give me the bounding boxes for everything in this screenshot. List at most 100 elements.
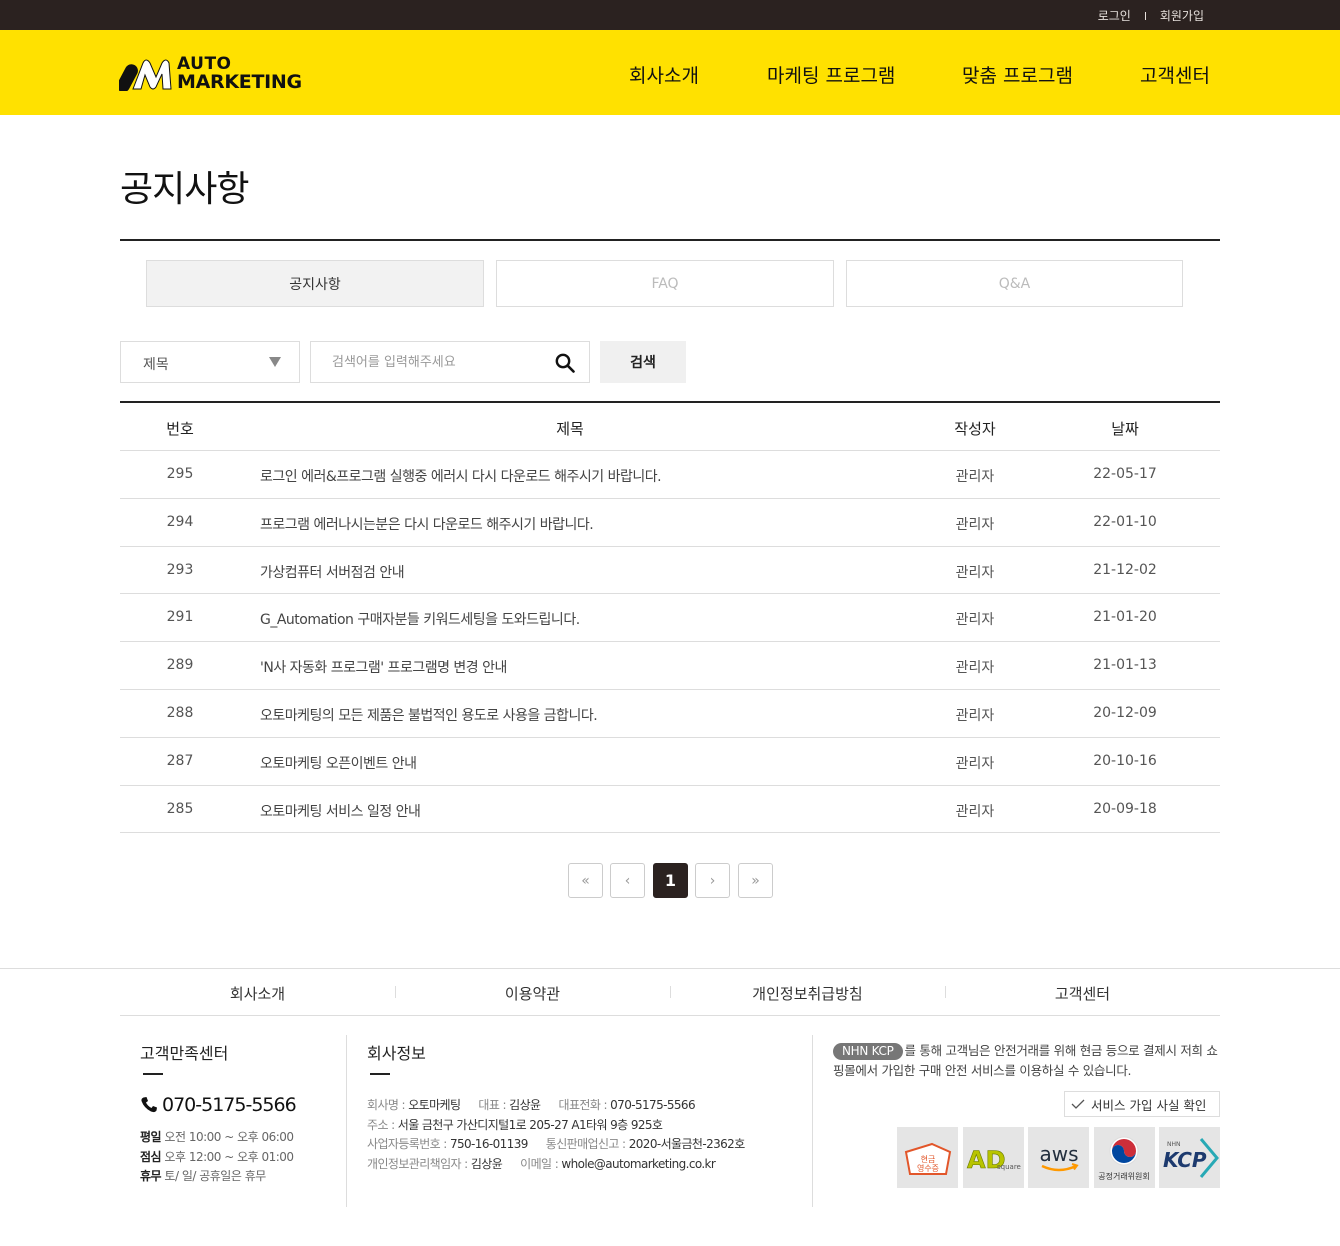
main-nav: 회사소개 마케팅 프로그램 맞춤 프로그램 고객센터 bbox=[0, 61, 1340, 88]
tab-qna[interactable]: Q&A bbox=[846, 260, 1183, 307]
site-header: AUTO MARKETING 회사소개 마케팅 프로그램 맞춤 프로그램 고객센… bbox=[0, 30, 1340, 115]
cs-title: 고객만족센터 bbox=[140, 1044, 229, 1063]
svg-text:aws: aws bbox=[1039, 1142, 1078, 1166]
top-links: 로그인 회원가입 bbox=[1098, 7, 1204, 24]
row-author: 관리자 bbox=[955, 660, 995, 677]
company-address: 서울 금천구 가산디지털1로 205-27 A1타워 9층 925호 bbox=[397, 1117, 663, 1132]
tab-label: FAQ bbox=[651, 275, 679, 292]
svg-text:영수증: 영수증 bbox=[916, 1163, 938, 1173]
login-link[interactable]: 로그인 bbox=[1098, 7, 1131, 24]
footer-link-support[interactable]: 고객센터 bbox=[945, 983, 1220, 1004]
mail-order-number: 2020-서울금천-2362호 bbox=[628, 1137, 746, 1151]
row-title-link[interactable]: 가상컴퓨터 서버점검 안내 bbox=[260, 562, 405, 582]
kcp-icon: NHN KCP bbox=[1163, 1137, 1219, 1178]
search-button[interactable]: 검색 bbox=[600, 341, 686, 383]
company-email[interactable]: whole@automarketing.co.kr bbox=[561, 1157, 715, 1171]
next-page-button[interactable]: › bbox=[695, 863, 730, 898]
row-title-link[interactable]: 프로그램 에러나시는분은 다시 다운로드 해주시기 바랍니다. bbox=[260, 514, 594, 534]
ceo-name: 김상윤 bbox=[509, 1098, 541, 1112]
check-icon bbox=[1071, 1099, 1085, 1109]
cs-phone[interactable]: 070-5175-5566 bbox=[140, 1094, 297, 1116]
table-row[interactable]: 288 오토마케팅의 모든 제품은 불법적인 용도로 사용을 금합니다. 관리자… bbox=[120, 690, 1220, 738]
footer-link-company[interactable]: 회사소개 bbox=[120, 983, 395, 1004]
service-verify-button[interactable]: 서비스 가입 사실 확인 bbox=[1064, 1091, 1220, 1117]
table-row[interactable]: 285 오토마케팅 서비스 일정 안내 관리자 20-09-18 bbox=[120, 786, 1220, 834]
current-page-button[interactable]: 1 bbox=[653, 863, 688, 898]
tab-label: Q&A bbox=[998, 275, 1031, 292]
svg-text:현금: 현금 bbox=[920, 1155, 935, 1164]
tab-faq[interactable]: FAQ bbox=[496, 260, 834, 307]
ftc-emblem-icon: 공정거래위원회 bbox=[1098, 1136, 1150, 1181]
info-label: 대표 : bbox=[478, 1098, 510, 1112]
kcp-logo[interactable]: NHN KCP bbox=[1159, 1127, 1220, 1188]
row-title-link[interactable]: G_Automation 구매자분들 키워드세팅을 도와드립니다. bbox=[260, 609, 580, 629]
search-field-select[interactable]: 제목 bbox=[120, 341, 300, 383]
hours-label: 휴무 bbox=[140, 1169, 162, 1183]
table-row[interactable]: 289 'N사 자동화 프로그램' 프로그램명 변경 안내 관리자 21-01-… bbox=[120, 642, 1220, 690]
hours-label: 평일 bbox=[140, 1130, 162, 1144]
table-row[interactable]: 291 G_Automation 구매자분들 키워드세팅을 도와드립니다. 관리… bbox=[120, 594, 1220, 643]
row-number: 294 bbox=[166, 513, 194, 530]
svg-text:공정거래위원회: 공정거래위원회 bbox=[1098, 1171, 1150, 1181]
kcp-badge: NHN KCP bbox=[833, 1043, 903, 1060]
adsquare-logo[interactable]: AD square bbox=[962, 1127, 1024, 1188]
title-dash bbox=[370, 1073, 390, 1075]
info-line: 주소 : 서울 금천구 가산디지털1로 205-27 A1타워 9층 925호 bbox=[367, 1116, 745, 1136]
row-title-link[interactable]: 'N사 자동화 프로그램' 프로그램명 변경 안내 bbox=[260, 657, 507, 677]
title-dash bbox=[143, 1073, 163, 1075]
divider bbox=[1144, 11, 1146, 20]
row-author: 관리자 bbox=[955, 707, 995, 724]
nav-item-support[interactable]: 고객센터 bbox=[1140, 61, 1210, 88]
row-date: 20-10-16 bbox=[1093, 752, 1157, 769]
row-title-link[interactable]: 로그인 에러&프로그램 실행중 에러시 다시 다운로드 해주시기 바랍니다. bbox=[260, 466, 662, 486]
aws-logo[interactable]: aws bbox=[1028, 1127, 1089, 1188]
info-label: 사업자등록번호 : bbox=[367, 1137, 450, 1151]
signup-link[interactable]: 회원가입 bbox=[1160, 7, 1204, 24]
search-input[interactable] bbox=[311, 342, 547, 382]
table-row[interactable]: 287 오토마케팅 오픈이벤트 안내 관리자 20-10-16 bbox=[120, 738, 1220, 786]
table-row[interactable]: 294 프로그램 에러나시는분은 다시 다운로드 해주시기 바랍니다. 관리자 … bbox=[120, 499, 1220, 547]
row-title-link[interactable]: 오토마케팅 서비스 일정 안내 bbox=[260, 801, 421, 821]
info-label: 이메일 : bbox=[520, 1156, 562, 1171]
svg-text:KCP: KCP bbox=[1163, 1148, 1207, 1172]
title-divider bbox=[120, 239, 1220, 241]
cash-receipt-logo[interactable]: 현금 영수증 bbox=[897, 1127, 958, 1188]
info-line: 개인정보관리책임자 : 김상윤 이메일 : whole@automarketing… bbox=[367, 1155, 745, 1175]
row-number: 285 bbox=[166, 800, 194, 817]
last-page-button[interactable]: » bbox=[738, 863, 773, 898]
table-row[interactable]: 295 로그인 에러&프로그램 실행중 에러시 다시 다운로드 해주시기 바랍니… bbox=[120, 451, 1220, 499]
svg-text:square: square bbox=[997, 1163, 1021, 1171]
col-header-no: 번호 bbox=[166, 420, 194, 438]
info-label: 회사명 : bbox=[367, 1098, 409, 1112]
row-title-link[interactable]: 오토마케팅의 모든 제품은 불법적인 용도로 사용을 금합니다. bbox=[260, 705, 598, 725]
ftc-logo[interactable]: 공정거래위원회 bbox=[1093, 1127, 1155, 1188]
info-line: 사업자등록번호 : 750-16-01139 통신판매업신고 : 2020-서울금… bbox=[367, 1135, 745, 1155]
company-name: 오토마케팅 bbox=[408, 1098, 461, 1112]
first-page-button[interactable]: « bbox=[568, 863, 603, 898]
row-number: 289 bbox=[166, 657, 194, 674]
cs-phone-number: 070-5175-5566 bbox=[162, 1094, 297, 1116]
cash-receipt-icon: 현금 영수증 bbox=[904, 1142, 951, 1175]
table-row[interactable]: 293 가상컴퓨터 서버점검 안내 관리자 21-12-02 bbox=[120, 547, 1220, 595]
nav-item-custom-program[interactable]: 맞춤 프로그램 bbox=[962, 61, 1073, 88]
prev-page-button[interactable]: ‹ bbox=[610, 863, 645, 898]
row-author: 관리자 bbox=[955, 564, 995, 581]
footer-link-privacy[interactable]: 개인정보취급방침 bbox=[670, 983, 945, 1004]
table-header: 번호 제목 작성자 날짜 bbox=[120, 403, 1220, 451]
dropdown-caret-icon bbox=[269, 357, 281, 367]
row-date: 21-01-20 bbox=[1093, 609, 1157, 626]
business-number: 750-16-01139 bbox=[449, 1137, 528, 1151]
row-number: 287 bbox=[166, 752, 194, 769]
row-date: 21-01-13 bbox=[1093, 657, 1157, 674]
nav-item-company[interactable]: 회사소개 bbox=[629, 61, 699, 88]
footer-link-terms[interactable]: 이용약관 bbox=[395, 983, 670, 1004]
row-author: 관리자 bbox=[955, 755, 995, 772]
hours-value: 오후 12:00 ~ 오후 01:00 bbox=[164, 1149, 294, 1164]
row-date: 22-05-17 bbox=[1093, 466, 1157, 482]
footer-nav: 회사소개 이용약관 개인정보취급방침 고객센터 bbox=[120, 969, 1220, 1016]
search-icon[interactable] bbox=[555, 353, 575, 373]
phone-icon bbox=[141, 1097, 157, 1113]
tab-notice[interactable]: 공지사항 bbox=[146, 260, 484, 307]
row-title-link[interactable]: 오토마케팅 오픈이벤트 안내 bbox=[260, 753, 417, 773]
nav-item-marketing-program[interactable]: 마케팅 프로그램 bbox=[767, 61, 895, 88]
